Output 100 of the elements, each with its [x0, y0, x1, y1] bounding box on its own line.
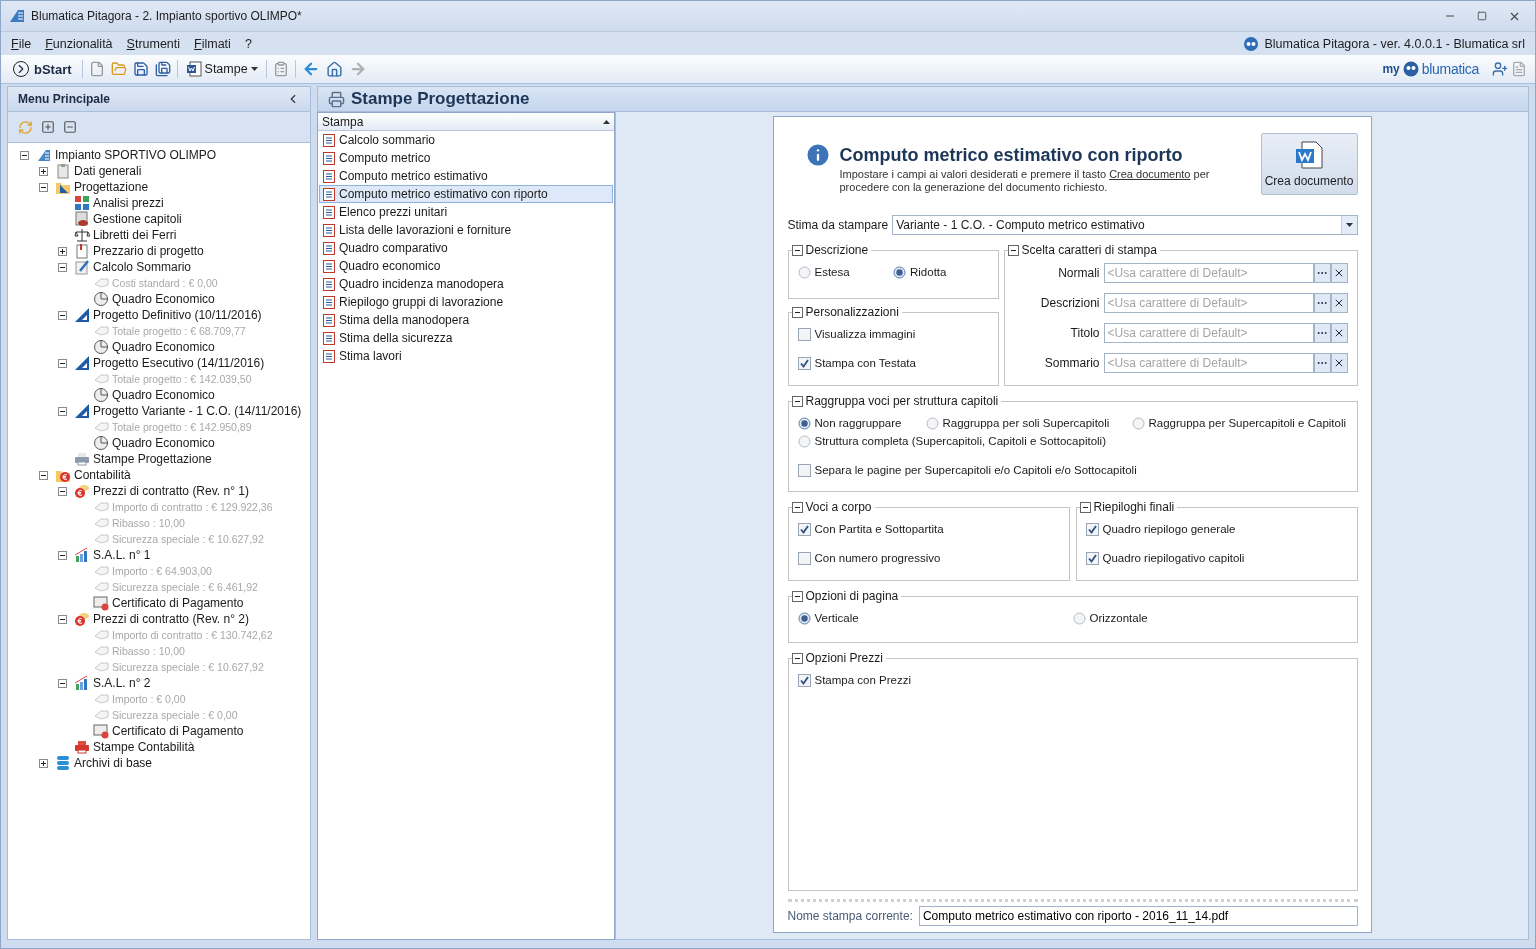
collapse-icon[interactable]: [791, 244, 803, 256]
radio-icon[interactable]: [797, 265, 811, 279]
menu-item[interactable]: File: [11, 36, 32, 51]
menu-item[interactable]: Funzionalità: [45, 36, 113, 51]
expand-toggle-icon[interactable]: [39, 166, 48, 176]
tree-item[interactable]: Prezzario di progetto: [93, 244, 204, 258]
radio-icon[interactable]: [893, 265, 906, 279]
checkbox[interactable]: Con numero progressivo: [797, 549, 1060, 567]
list-item[interactable]: Computo metrico estimativo: [319, 167, 613, 185]
collapse-toggle-icon[interactable]: [20, 150, 29, 160]
radio-button[interactable]: Struttura completa (Supercapitoli, Capitoli e Sottocapitoli): [797, 432, 1348, 450]
checkbox[interactable]: Quadro riepilogo generale: [1085, 520, 1348, 538]
tree-item[interactable]: Certificato di Pagamento: [112, 596, 244, 610]
word-document-icon[interactable]: [185, 61, 202, 77]
list-item[interactable]: Quadro economico: [319, 257, 613, 275]
estimate-dropdown[interactable]: Variante - 1 C.O. - Computo metrico estimativo: [892, 215, 1358, 235]
radio-icon[interactable]: [1072, 611, 1086, 625]
checkbox-icon[interactable]: [797, 673, 811, 687]
list-item[interactable]: Computo metrico estimativo con riporto: [319, 185, 613, 203]
tree-item[interactable]: Stampe Contabilità: [93, 740, 195, 754]
word-document-icon[interactable]: [1294, 140, 1324, 170]
tree-item[interactable]: Certificato di Pagamento: [112, 724, 244, 738]
tree-item[interactable]: Prezzi di contratto (Rev. n° 2): [93, 612, 249, 626]
collapse-toggle-icon[interactable]: [58, 262, 67, 272]
tree-item[interactable]: Analisi prezzi: [93, 196, 164, 210]
radio-icon[interactable]: [797, 434, 811, 448]
radio-button[interactable]: Orizzontale: [1072, 609, 1348, 627]
checkbox[interactable]: Stampa con Testata: [797, 354, 989, 372]
list-item[interactable]: Riepilogo gruppi di lavorazione: [319, 293, 613, 311]
tree-item[interactable]: Quadro Economico: [112, 340, 215, 354]
filename-field[interactable]: Computo metrico estimativo con riporto - 2016_11_14.pdf: [918, 906, 1358, 926]
checkbox-icon[interactable]: [1085, 522, 1099, 536]
save-icon[interactable]: [132, 61, 149, 77]
caret-icon[interactable]: [250, 67, 258, 71]
list-item[interactable]: Elenco prezzi unitari: [319, 203, 613, 221]
collapse-toggle-icon[interactable]: [58, 310, 67, 320]
tree-item[interactable]: S.A.L. n° 2: [93, 676, 151, 690]
new-file-icon[interactable]: [88, 61, 105, 77]
menu-item[interactable]: ?: [244, 36, 252, 51]
collapse-all-icon[interactable]: [63, 120, 77, 134]
list-item[interactable]: Stima della sicurezza: [319, 329, 613, 347]
start-button[interactable]: bStart: [9, 61, 76, 77]
font-field[interactable]: <Usa carattere di Default>: [1103, 263, 1314, 283]
collapse-toggle-icon[interactable]: [58, 678, 67, 688]
collapse-toggle-icon[interactable]: [39, 470, 48, 480]
checkbox[interactable]: Separa le pagine per Supercapitoli e/o Capitoli e/o Sottocapitoli: [797, 461, 1348, 479]
checkbox-icon[interactable]: [1085, 551, 1099, 565]
collapse-icon[interactable]: [791, 395, 803, 407]
list-item[interactable]: Quadro incidenza manodopera: [319, 275, 613, 293]
menu-item[interactable]: Strumenti: [126, 36, 181, 51]
tree-item[interactable]: Quadro Economico: [112, 436, 215, 450]
checkbox[interactable]: Stampa con Prezzi: [797, 671, 1348, 689]
collapse-icon[interactable]: [1079, 501, 1091, 513]
list-item[interactable]: Computo metrico: [319, 149, 613, 167]
expand-toggle-icon[interactable]: [58, 246, 67, 256]
checkbox[interactable]: Con Partita e Sottopartita: [797, 520, 1060, 538]
radio-button[interactable]: Raggruppa per soli Supercapitoli: [925, 414, 1132, 432]
checkbox-icon[interactable]: [797, 463, 811, 477]
dropdown-button[interactable]: [1340, 216, 1357, 234]
tree-item[interactable]: Gestione capitoli: [93, 212, 182, 226]
collapse-icon[interactable]: [791, 501, 803, 513]
checkbox[interactable]: Visualizza immagini: [797, 325, 989, 343]
collapse-toggle-icon[interactable]: [39, 182, 48, 192]
clipboard-icon[interactable]: [272, 61, 289, 77]
font-field[interactable]: <Usa carattere di Default>: [1103, 293, 1314, 313]
tree-item[interactable]: Prezzi di contratto (Rev. n° 1): [93, 484, 249, 498]
radio-icon[interactable]: [797, 416, 811, 430]
expand-toggle-icon[interactable]: [39, 758, 48, 768]
home-icon[interactable]: [325, 60, 343, 78]
tree-item[interactable]: Libretti dei Ferri: [93, 228, 177, 242]
list-item[interactable]: Lista delle lavorazioni e forniture: [319, 221, 613, 239]
tree-item[interactable]: Progettazione: [74, 180, 149, 194]
font-field[interactable]: <Usa carattere di Default>: [1103, 323, 1314, 343]
collapse-toggle-icon[interactable]: [58, 358, 67, 368]
expand-all-icon[interactable]: [41, 120, 55, 134]
collapse-toggle-icon[interactable]: [58, 406, 67, 416]
checkbox-icon[interactable]: [797, 551, 811, 565]
print-dropdown-button[interactable]: Stampe: [183, 61, 260, 77]
list-item[interactable]: Calcolo sommario: [319, 131, 613, 149]
checkbox-icon[interactable]: [797, 356, 811, 370]
tree-item[interactable]: Quadro Economico: [112, 292, 215, 306]
tree-item[interactable]: Progetto Definitivo (10/11/2016): [93, 308, 262, 322]
tree-item[interactable]: Contabilità: [74, 468, 131, 482]
save-all-icon[interactable]: [154, 61, 171, 77]
radio-button[interactable]: Non raggruppare: [797, 414, 926, 432]
collapse-icon[interactable]: [1007, 244, 1019, 256]
close-icon[interactable]: [1333, 357, 1345, 369]
tree-item[interactable]: Dati generali: [74, 164, 142, 178]
collapse-icon[interactable]: [791, 652, 803, 664]
list-item[interactable]: Quadro comparativo: [319, 239, 613, 257]
create-document-button[interactable]: Crea documento: [1260, 133, 1358, 195]
restore-icon[interactable]: [1477, 11, 1487, 21]
close-icon[interactable]: [1333, 327, 1345, 339]
list-item[interactable]: Stima lavori: [319, 347, 613, 365]
collapse-icon[interactable]: [791, 590, 803, 602]
close-icon[interactable]: [1333, 297, 1345, 309]
font-field[interactable]: <Usa carattere di Default>: [1103, 353, 1314, 373]
create-document-link[interactable]: Crea documento: [1109, 168, 1191, 180]
user-add-icon[interactable]: [1492, 61, 1508, 77]
radio-button[interactable]: Estesa: [797, 263, 893, 281]
